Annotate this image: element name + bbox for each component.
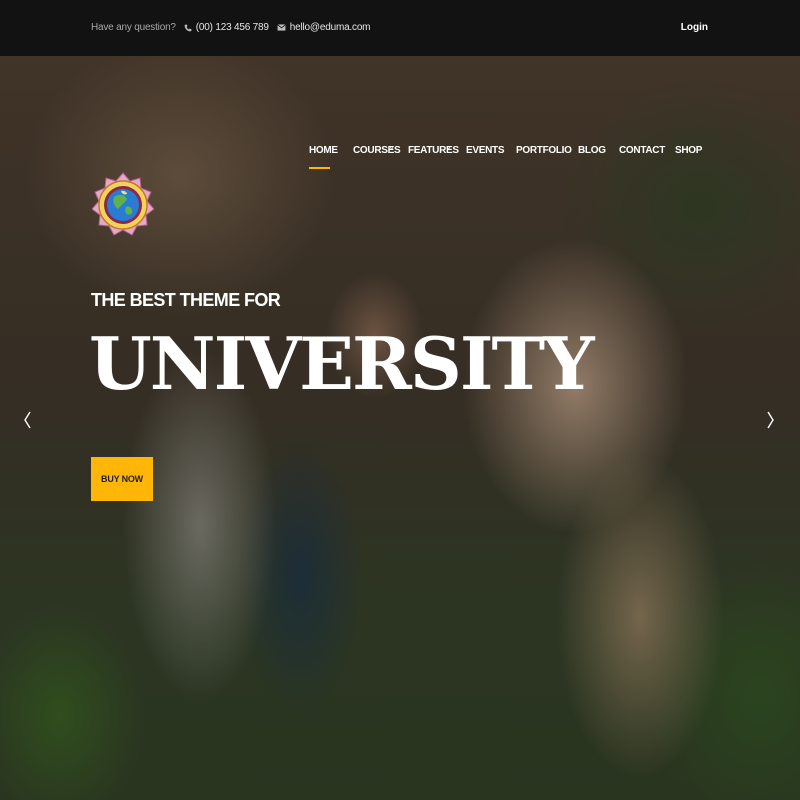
nav-item-portfolio[interactable]: PORTFOLIO	[516, 145, 572, 156]
slider-prev-button[interactable]	[18, 408, 38, 432]
nav-active-indicator	[309, 167, 330, 169]
chevron-right-icon	[767, 411, 774, 429]
nav-item-home[interactable]: HOME	[309, 145, 338, 156]
university-seal-icon	[92, 172, 154, 236]
phone-icon	[184, 24, 192, 31]
nav-item-contact[interactable]: CONTACT	[619, 145, 665, 156]
phone-number: (00) 123 456 789	[195, 22, 269, 33]
nav-item-features[interactable]: FEATURES	[408, 145, 459, 156]
hero-eyebrow: THE BEST THEME FOR	[91, 290, 281, 310]
hero-slider: HOME COURSES ∨ FEATURES ∨ EVENTS PORTFOL…	[0, 56, 800, 800]
nav-item-events[interactable]: EVENTS	[466, 145, 505, 156]
chevron-down-icon: ∨	[389, 145, 395, 152]
contact-info: Have any question? (00) 123 456 789 hell…	[91, 22, 371, 33]
top-bar: Have any question? (00) 123 456 789 hell…	[0, 0, 800, 56]
login-link[interactable]: Login	[681, 22, 708, 33]
slider-next-button[interactable]	[760, 408, 780, 432]
phone-link[interactable]: (00) 123 456 789	[184, 22, 269, 33]
email-address: hello@eduma.com	[289, 22, 371, 33]
nav-item-blog[interactable]: BLOG	[578, 145, 606, 156]
envelope-icon	[277, 24, 286, 31]
hero-headline: UNIVERSITY	[89, 321, 595, 406]
nav-item-shop[interactable]: SHOP	[675, 145, 702, 156]
question-text: Have any question?	[91, 22, 176, 33]
email-link[interactable]: hello@eduma.com	[277, 22, 371, 33]
buy-now-button[interactable]: BUY NOW	[91, 457, 153, 501]
site-logo[interactable]	[92, 140, 154, 270]
chevron-left-icon	[24, 411, 31, 429]
chevron-down-icon: ∨	[446, 145, 452, 152]
